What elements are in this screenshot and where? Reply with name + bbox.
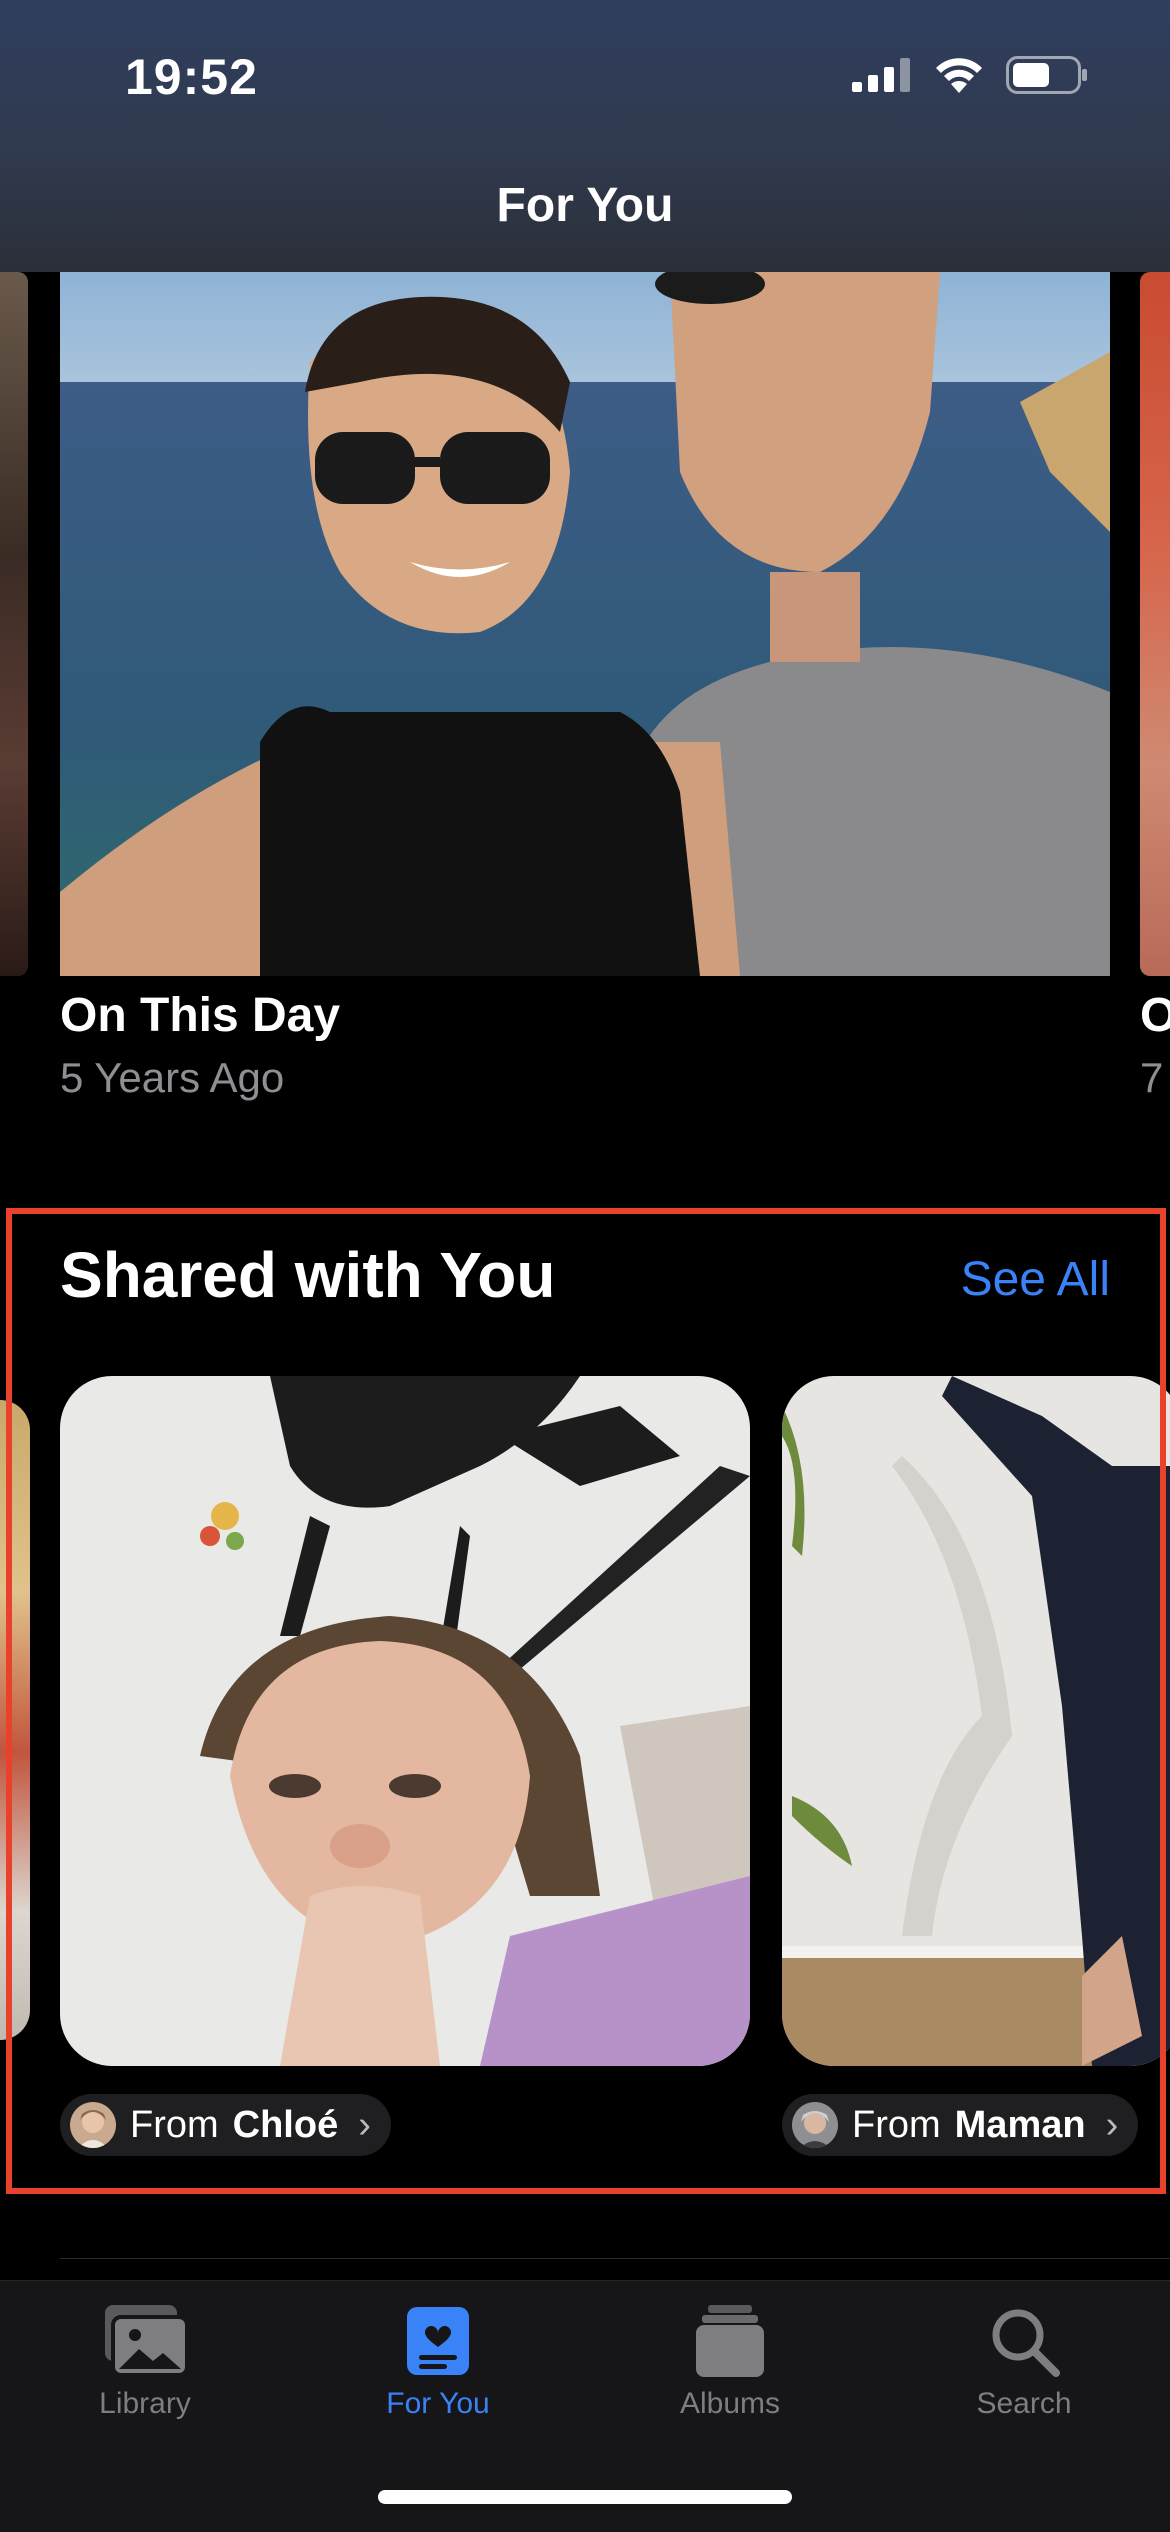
shared-section-title: Shared with You	[60, 1239, 556, 1311]
memory-title[interactable]: On This Day	[60, 988, 340, 1043]
next-memory-title-peek: O	[1140, 989, 1170, 1042]
search-icon	[992, 2309, 1060, 2377]
shared-photo-image	[782, 1376, 1170, 2066]
photos-app-screen: 19:52 For You On This Day 5 Years Ago O …	[0, 0, 1170, 2532]
tab-for-you[interactable]: For You	[318, 2303, 558, 2421]
shared-photo-card[interactable]	[60, 1376, 750, 2066]
from-sender-button[interactable]: From Chloé ›	[60, 2094, 391, 2156]
from-sender-button[interactable]: From Maman ›	[782, 2094, 1139, 2156]
from-label: From	[130, 2103, 219, 2146]
tab-label: Albums	[679, 2387, 781, 2420]
wifi-icon	[936, 58, 982, 93]
memory-photo-image	[60, 272, 1110, 976]
photo-library-icon	[105, 2305, 189, 2377]
section-divider	[60, 2258, 1170, 2259]
memory-photo[interactable]	[60, 272, 1110, 976]
home-indicator[interactable]	[378, 2490, 792, 2504]
page-title: For You	[496, 179, 674, 232]
avatar	[70, 2102, 116, 2148]
avatar	[792, 2102, 838, 2148]
tab-albums[interactable]: Albums	[610, 2303, 850, 2421]
sender-name: Maman	[954, 2103, 1086, 2146]
battery-icon	[1006, 56, 1087, 94]
next-memory-subtitle-peek: 7	[1140, 1054, 1164, 1101]
tab-search[interactable]: Search	[904, 2303, 1144, 2421]
tab-label: For You	[386, 2387, 490, 2420]
status-icons	[852, 56, 1088, 94]
navigation-header: 19:52 For You	[0, 0, 1170, 272]
for-you-icon	[407, 2307, 469, 2375]
tab-label: Library	[99, 2387, 191, 2420]
status-time: 19:52	[125, 49, 258, 105]
shared-photo-image	[60, 1376, 750, 2066]
see-all-button[interactable]: See All	[961, 1252, 1110, 1307]
tab-library[interactable]: Library	[25, 2303, 265, 2421]
chevron-right-icon: ›	[358, 2103, 371, 2146]
previous-memory-peek[interactable]	[0, 272, 28, 976]
sender-name: Chloé	[232, 2103, 339, 2146]
tab-label: Search	[976, 2387, 1072, 2420]
shared-photo-card[interactable]	[782, 1376, 1170, 2066]
cellular-signal-icon	[852, 58, 910, 92]
chevron-right-icon: ›	[1105, 2103, 1119, 2146]
memory-subtitle: 5 Years Ago	[60, 1054, 285, 1101]
from-label: From	[852, 2103, 941, 2146]
albums-icon	[696, 2305, 764, 2377]
previous-shared-peek[interactable]	[0, 1400, 30, 2040]
next-memory-peek[interactable]	[1140, 272, 1170, 976]
